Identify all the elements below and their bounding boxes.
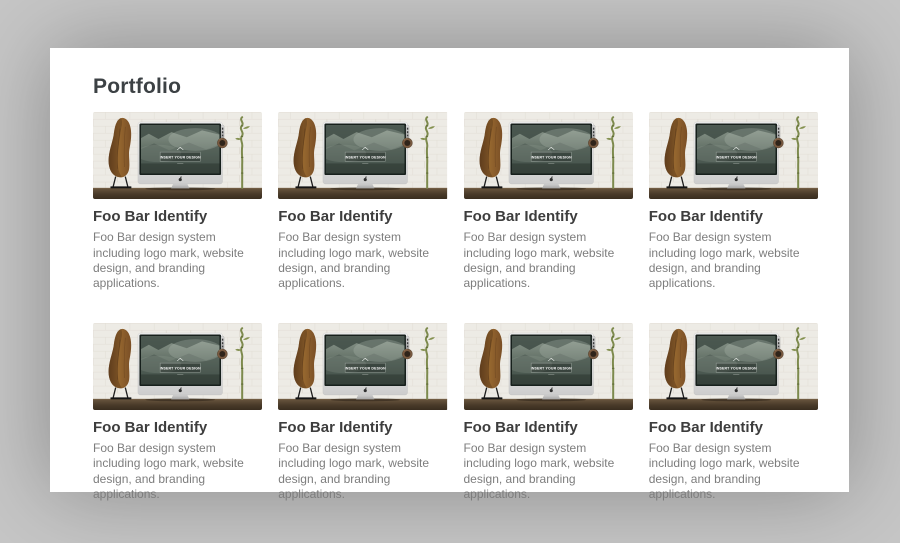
portfolio-card[interactable]: Foo Bar Identify Foo Bar design system i…	[93, 323, 262, 503]
portfolio-item-title: Foo Bar Identify	[464, 419, 633, 436]
portfolio-card[interactable]: Foo Bar Identify Foo Bar design system i…	[464, 323, 633, 503]
portfolio-thumbnail	[464, 323, 633, 410]
portfolio-card[interactable]: Foo Bar Identify Foo Bar design system i…	[464, 112, 633, 292]
portfolio-item-title: Foo Bar Identify	[278, 419, 447, 436]
portfolio-thumbnail	[93, 323, 262, 410]
portfolio-item-title: Foo Bar Identify	[93, 208, 262, 225]
portfolio-card[interactable]: Foo Bar Identify Foo Bar design system i…	[93, 112, 262, 292]
portfolio-item-title: Foo Bar Identify	[93, 419, 262, 436]
portfolio-grid: Foo Bar Identify Foo Bar design system i…	[93, 112, 818, 502]
portfolio-item-description: Foo Bar design system including logo mar…	[93, 441, 262, 502]
portfolio-item-title: Foo Bar Identify	[649, 419, 818, 436]
portfolio-card[interactable]: Foo Bar Identify Foo Bar design system i…	[649, 323, 818, 503]
portfolio-page: Portfolio Foo Bar Identify Foo Bar desig…	[50, 48, 849, 492]
page-title: Portfolio	[93, 75, 818, 99]
portfolio-item-description: Foo Bar design system including logo mar…	[278, 230, 447, 291]
portfolio-card[interactable]: Foo Bar Identify Foo Bar design system i…	[649, 112, 818, 292]
portfolio-item-title: Foo Bar Identify	[464, 208, 633, 225]
portfolio-item-description: Foo Bar design system including logo mar…	[464, 230, 633, 291]
portfolio-item-description: Foo Bar design system including logo mar…	[649, 230, 818, 291]
portfolio-card[interactable]: Foo Bar Identify Foo Bar design system i…	[278, 323, 447, 503]
portfolio-thumbnail	[278, 112, 447, 199]
portfolio-item-description: Foo Bar design system including logo mar…	[278, 441, 447, 502]
portfolio-thumbnail	[464, 112, 633, 199]
portfolio-item-description: Foo Bar design system including logo mar…	[93, 230, 262, 291]
portfolio-item-description: Foo Bar design system including logo mar…	[649, 441, 818, 502]
portfolio-item-title: Foo Bar Identify	[278, 208, 447, 225]
portfolio-item-title: Foo Bar Identify	[649, 208, 818, 225]
portfolio-thumbnail	[649, 112, 818, 199]
portfolio-item-description: Foo Bar design system including logo mar…	[464, 441, 633, 502]
portfolio-thumbnail	[93, 112, 262, 199]
portfolio-card[interactable]: Foo Bar Identify Foo Bar design system i…	[278, 112, 447, 292]
portfolio-thumbnail	[278, 323, 447, 410]
portfolio-thumbnail	[649, 323, 818, 410]
